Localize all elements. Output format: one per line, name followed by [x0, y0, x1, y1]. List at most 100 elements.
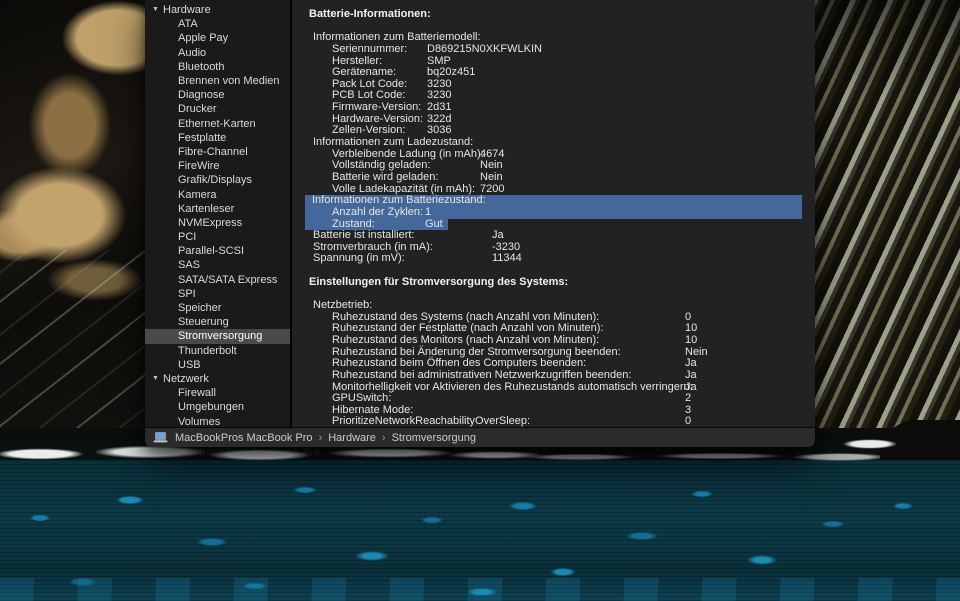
sidebar-item[interactable]: ▼ Brennen von Medien	[145, 74, 290, 88]
sidebar-item[interactable]: ▼ Umgebungen	[145, 400, 290, 414]
sidebar-item[interactable]: ▼ Diagnose	[145, 88, 290, 102]
sidebar-item-label: SAS	[178, 259, 201, 272]
charge-state-rows: Verbleibende Ladung (in mAh): 4674 Volls…	[309, 148, 815, 196]
info-label: Spannung (in mV):	[313, 252, 405, 265]
sidebar-item[interactable]: ▼ FireWire	[145, 159, 290, 173]
info-row: PrioritizeNetworkReachabilityOverSleep: …	[309, 416, 815, 427]
macbook-icon	[153, 432, 168, 443]
sidebar-item-label: Kartenleser	[178, 202, 235, 215]
selected-text-block[interactable]: Informationen zum Batteriezustand: Anzah…	[305, 195, 802, 231]
sidebar-item[interactable]: ▼ Ethernet-Karten	[145, 117, 290, 131]
battery-model-rows: Seriennummer: D869215N0XKFWLKIN Herstell…	[309, 42, 815, 137]
sidebar-item[interactable]: ▼ SAS	[145, 258, 290, 272]
info-label: Seriennummer:	[332, 42, 408, 55]
info-label: Stromverbrauch (in mA):	[313, 240, 433, 253]
wallpaper-surf-foam-patch	[840, 437, 910, 451]
sidebar-item[interactable]: ▼ Kamera	[145, 187, 290, 201]
info-row: Spannung (in mV): 11344	[309, 253, 815, 265]
info-label: Volle Ladekapazität (in mAh):	[332, 182, 476, 195]
sidebar-item-label: Apple Pay	[178, 32, 229, 45]
sidebar-item-label: Steuerung	[178, 316, 229, 329]
info-label: Ruhezustand bei Änderung der Stromversor…	[332, 345, 621, 358]
sidebar-item[interactable]: ▼ Audio	[145, 46, 290, 60]
sidebar-item-label: Festplatte	[178, 131, 227, 144]
sidebar-item[interactable]: ▼ ATA	[145, 17, 290, 31]
sidebar-item[interactable]: ▼ Volumes	[145, 414, 290, 427]
info-value: Gut	[425, 217, 443, 230]
breadcrumb-label[interactable]: MacBookPros MacBook Pro	[175, 432, 313, 444]
sidebar-item[interactable]: ▼ Firewall	[145, 386, 290, 400]
sidebar-item[interactable]: ▼ Thunderbolt	[145, 344, 290, 358]
sidebar-item-label: Fibre-Channel	[178, 145, 248, 158]
sidebar-item-label: Kamera	[178, 188, 217, 201]
info-row: Volle Ladekapazität (in mAh): 7200	[309, 182, 815, 196]
info-label: PrioritizeNetworkReachabilityOverSleep:	[332, 415, 531, 427]
sidebar-item-label: Drucker	[178, 103, 217, 116]
sidebar-item-label: SPI	[178, 287, 196, 300]
info-label: Monitorhelligkeit vor Aktivieren des Ruh…	[332, 380, 693, 393]
info-label: Ruhezustand bei administrativen Netzwerk…	[332, 368, 632, 381]
wallpaper-wave-crests	[0, 578, 960, 601]
sidebar-item[interactable]: ▼ Steuerung	[145, 315, 290, 329]
system-information-window: ▼ Hardware ▼ ATA ▼ Apple Pay ▼ Audio	[145, 0, 815, 447]
sidebar-item[interactable]: ▼ SATA/SATA Express	[145, 273, 290, 287]
sidebar-item-label: Brennen von Medien	[178, 75, 280, 88]
sidebar-item-label: Stromversorgung	[178, 330, 263, 343]
battery-info-heading: Batterie-Informationen:	[309, 8, 431, 20]
breadcrumb-separator-icon: ›	[318, 431, 323, 444]
wallpaper-surf-foam-thin	[520, 452, 880, 462]
info-label: Hersteller:	[332, 54, 383, 67]
sidebar-item[interactable]: ▼ SPI	[145, 287, 290, 301]
sidebar-item-label: Umgebungen	[178, 401, 245, 414]
sidebar-item[interactable]: ▼ Drucker	[145, 102, 290, 116]
info-value: 10	[685, 333, 698, 346]
info-label: Batterie wird geladen:	[332, 170, 439, 183]
background-window-text: MacBookPros MacBook Pro	[178, 447, 321, 458]
sidebar-item[interactable]: ▼ Hardware	[145, 3, 290, 17]
sidebar-item-label: Volumes	[178, 415, 221, 427]
sidebar-item[interactable]: ▼ Kartenleser	[145, 202, 290, 216]
sidebar-item-label: SATA/SATA Express	[178, 273, 278, 286]
info-value: 11344	[492, 252, 522, 265]
breadcrumb-item[interactable]: MacBookPros MacBook Pro ›	[175, 432, 322, 444]
sidebar-item[interactable]: ▼ Speicher	[145, 301, 290, 315]
info-label: Anzahl der Zyklen:	[332, 205, 424, 218]
sidebar-item-label: Parallel-SCSI	[178, 245, 245, 258]
battery-general-rows: Batterie ist installiert: Ja Stromverbra…	[309, 229, 815, 265]
disclosure-triangle-icon[interactable]: ▼	[152, 372, 163, 386]
sidebar-item[interactable]: ▼ Apple Pay	[145, 31, 290, 45]
sidebar-item-label: Firewall	[178, 387, 216, 400]
sidebar-item[interactable]: ▼ Fibre-Channel	[145, 145, 290, 159]
ac-power-rows: Ruhezustand des Systems (nach Anzahl von…	[309, 311, 815, 427]
breadcrumb-label[interactable]: Hardware	[328, 432, 376, 444]
sidebar-item-label: Hardware	[163, 4, 211, 17]
sidebar-item[interactable]: ▼ Grafik/Displays	[145, 173, 290, 187]
sidebar-item[interactable]: ▼ Festplatte	[145, 131, 290, 145]
breadcrumb-item[interactable]: Stromversorgung ›	[392, 432, 476, 444]
path-bar: MacBookPros MacBook Pro › Hardware › Str…	[145, 427, 815, 447]
sidebar-item-label: Ethernet-Karten	[178, 117, 256, 130]
breadcrumb-label[interactable]: Stromversorgung	[392, 432, 476, 444]
info-label: Batterie ist installiert:	[313, 229, 415, 242]
info-label: Ruhezustand des Monitors (nach Anzahl vo…	[332, 333, 600, 346]
sidebar-item[interactable]: ▼ Netzwerk	[145, 372, 290, 386]
power-settings-heading: Einstellungen für Stromversorgung des Sy…	[309, 275, 569, 288]
info-value: 7200	[480, 182, 505, 195]
info-label: PCB Lot Code:	[332, 89, 406, 102]
wallpaper-right-rock-strata	[813, 0, 960, 445]
sidebar-item[interactable]: ▼ Parallel-SCSI	[145, 244, 290, 258]
sidebar-item[interactable]: ▼ PCI	[145, 230, 290, 244]
detail-pane[interactable]: Batterie-Informationen: Informationen zu…	[290, 0, 815, 427]
disclosure-triangle-icon[interactable]: ▼	[152, 3, 163, 17]
breadcrumb-item[interactable]: Hardware ›	[328, 432, 385, 444]
info-label: Vollständig geladen:	[332, 159, 431, 172]
sidebar-item[interactable]: ▼ NVMExpress	[145, 216, 290, 230]
info-label: Firmware-Version:	[332, 101, 422, 114]
sidebar-item[interactable]: ▼ Stromversorgung	[145, 329, 290, 344]
sidebar-item-label: Bluetooth	[178, 60, 225, 73]
sidebar-item[interactable]: ▼ Bluetooth	[145, 60, 290, 74]
sidebar-item[interactable]: ▼ USB	[145, 358, 290, 372]
sidebar[interactable]: ▼ Hardware ▼ ATA ▼ Apple Pay ▼ Audio	[145, 0, 290, 427]
info-value: 3036	[427, 124, 452, 137]
